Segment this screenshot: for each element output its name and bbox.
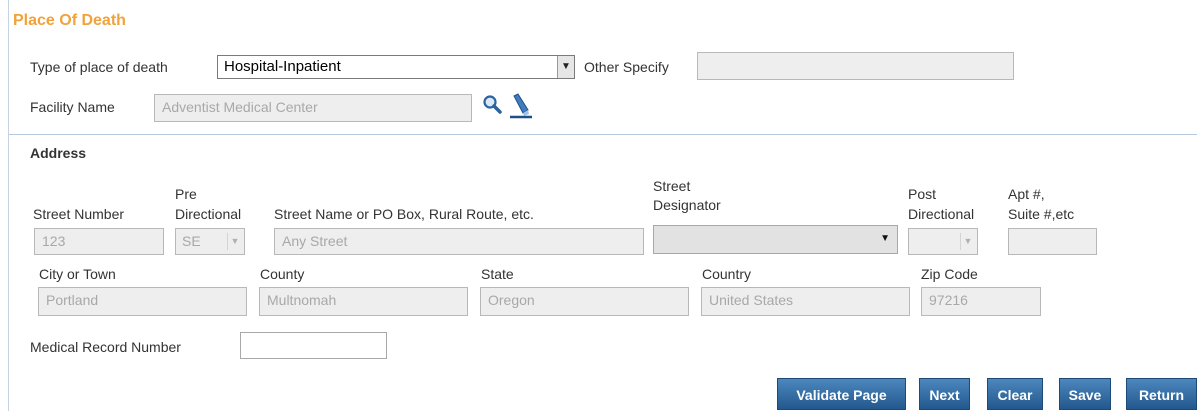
place-of-death-panel: Place Of Death Type of place of death Ho…: [8, 0, 1204, 411]
street-name-input[interactable]: Any Street: [274, 228, 644, 255]
state-label: State: [481, 266, 514, 282]
street-number-label: Street Number: [33, 206, 125, 222]
chevron-down-icon: ▼: [227, 233, 242, 250]
country-label: Country: [702, 266, 752, 282]
place-type-selected: Hospital-Inpatient: [224, 58, 341, 75]
medical-record-label: Medical Record Number: [30, 339, 181, 355]
street-designator-select[interactable]: ▼: [653, 225, 898, 254]
post-directional-label-line2: Directional: [908, 206, 975, 222]
apt-input[interactable]: [1008, 228, 1097, 255]
other-specify-label: Other Specify: [584, 59, 669, 75]
address-heading: Address: [30, 145, 87, 161]
chevron-down-icon: ▼: [960, 233, 975, 250]
clear-eraser-icon[interactable]: [508, 92, 534, 120]
next-button[interactable]: Next: [919, 378, 970, 410]
post-directional-select[interactable]: ▼: [908, 228, 978, 255]
street-number-input[interactable]: 123: [34, 228, 164, 255]
pre-directional-label-line2: Directional: [175, 206, 242, 222]
validate-page-button[interactable]: Validate Page: [777, 378, 906, 410]
county-input[interactable]: Multnomah: [259, 287, 468, 316]
pre-directional-select[interactable]: SE ▼: [175, 228, 245, 255]
pre-directional-selected: SE: [182, 233, 201, 249]
clear-button[interactable]: Clear: [987, 378, 1043, 410]
other-specify-input[interactable]: [697, 52, 1014, 80]
search-icon[interactable]: [482, 94, 504, 116]
section-divider: [9, 134, 1197, 135]
facility-label: Facility Name: [30, 99, 115, 115]
country-input[interactable]: United States: [701, 287, 910, 316]
facility-name-input[interactable]: Adventist Medical Center: [154, 94, 472, 122]
city-label: City or Town: [39, 266, 116, 282]
pre-directional-label-line1: Pre: [175, 186, 197, 202]
section-title: Place Of Death: [13, 12, 126, 29]
apt-label-line2: Suite #,etc: [1008, 206, 1075, 222]
return-button[interactable]: Return: [1126, 378, 1197, 410]
chevron-down-icon: ▼: [880, 233, 890, 244]
street-name-label: Street Name or PO Box, Rural Route, etc.: [274, 206, 534, 222]
save-button[interactable]: Save: [1059, 378, 1111, 410]
apt-label-line1: Apt #,: [1008, 186, 1045, 202]
place-type-label: Type of place of death: [30, 59, 168, 75]
chevron-down-icon[interactable]: ▼: [557, 56, 574, 78]
post-directional-label-line1: Post: [908, 186, 937, 202]
zip-label: Zip Code: [921, 266, 978, 282]
county-label: County: [260, 266, 305, 282]
medical-record-input[interactable]: [240, 332, 387, 359]
zip-input[interactable]: 97216: [921, 287, 1041, 316]
city-input[interactable]: Portland: [38, 287, 247, 316]
street-designator-label-line2: Designator: [653, 197, 721, 213]
place-type-select[interactable]: Hospital-Inpatient ▼: [217, 55, 575, 79]
street-designator-label-line1: Street: [653, 178, 691, 194]
state-input[interactable]: Oregon: [480, 287, 689, 316]
